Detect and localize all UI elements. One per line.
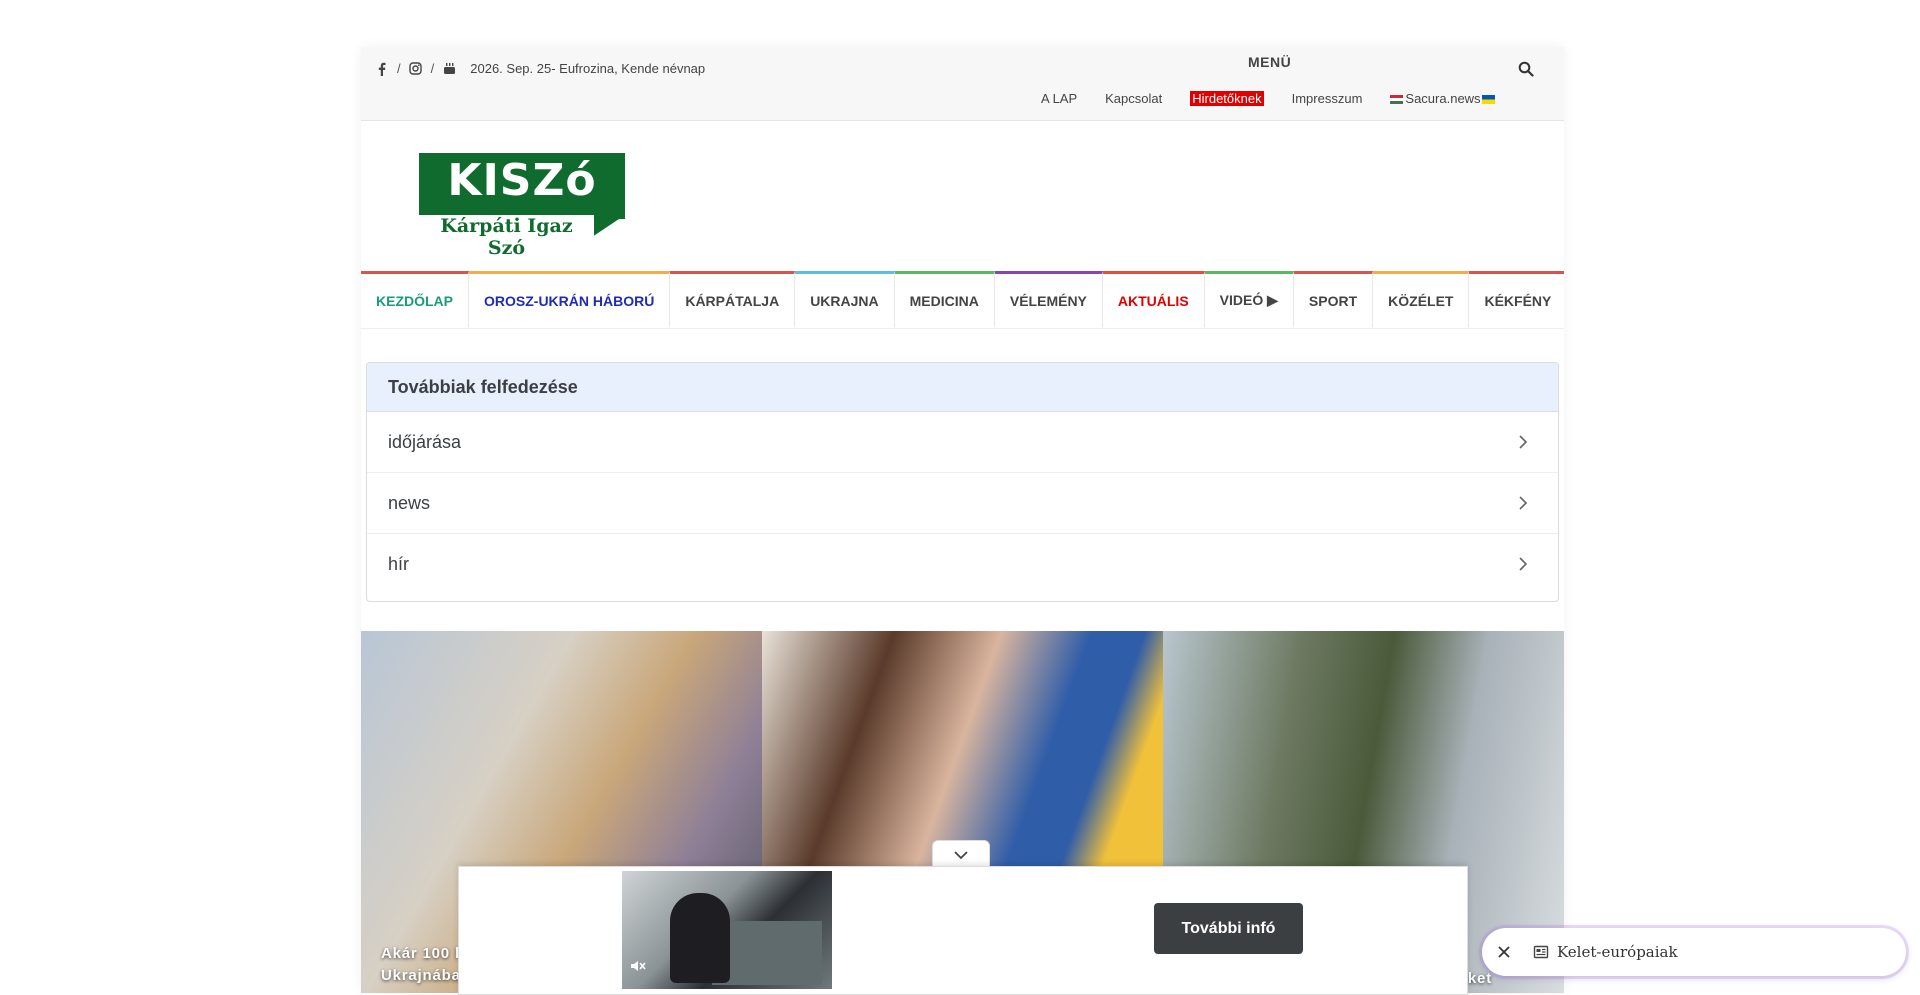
caption-line-1: Akár 100 h (381, 945, 465, 962)
mute-icon[interactable] (628, 957, 646, 975)
separator: / (397, 61, 401, 76)
featured-article-caption: Akár 100 h Ukrajnába (381, 943, 465, 987)
chevron-right-icon (1519, 435, 1528, 449)
chip-label: Kelet-európaiak (1557, 943, 1678, 961)
social-links: / / 2026. Sep. 25- Eufrozina, Kende névn… (375, 61, 705, 76)
chevron-right-icon (1519, 557, 1528, 571)
nav-item[interactable]: MEDICINA (894, 271, 995, 327)
nav-item[interactable]: KÁRPÁTALJA (670, 271, 796, 327)
logo-title: KISZó (447, 155, 597, 206)
link-sacura[interactable]: Sacura.news (1390, 91, 1495, 106)
chevron-right-icon (1519, 496, 1528, 510)
logo-subtitle: Kárpáti Igaz Szó (419, 215, 594, 259)
main-navigation: KEZDŐLAP OROSZ-UKRÁN HÁBORÚ KÁRPÁTALJA UKRA… (361, 271, 1564, 329)
nav-item[interactable]: UKRAJNA (795, 271, 895, 327)
discover-more-panel: Továbbiak felfedezése időjárása news hír (366, 362, 1559, 602)
youtube-icon[interactable] (442, 62, 456, 76)
nav-item[interactable]: VÉLEMÉNY (994, 271, 1103, 327)
discover-item-label: hír (388, 553, 410, 574)
nav-item[interactable]: KÖZÉLET (1373, 271, 1470, 327)
nav-item[interactable]: OROSZ-UKRÁN HÁBORÚ (469, 271, 671, 327)
separator: / (430, 61, 435, 76)
nav-item[interactable]: SPORT (1293, 271, 1374, 327)
related-topic-chip[interactable]: Kelet-európaiak (1482, 928, 1906, 976)
caption-line-2: Ukrajnába (381, 967, 461, 984)
chevron-down-icon (954, 850, 968, 859)
discover-item[interactable]: időjárása (367, 412, 1558, 473)
close-icon[interactable] (1495, 943, 1513, 961)
instagram-icon[interactable] (409, 62, 423, 76)
discover-heading: Továbbiak felfedezése (367, 363, 1558, 412)
hungary-flag-icon (1390, 95, 1404, 105)
link-impresszum[interactable]: Impresszum (1292, 91, 1363, 106)
discover-item-label: news (388, 492, 431, 513)
link-a-lap[interactable]: A LAP (1041, 91, 1077, 106)
search-icon[interactable] (1518, 61, 1534, 77)
discover-item[interactable]: hír (367, 534, 1558, 594)
site-logo[interactable]: KISZó Kárpáti Igaz Szó (419, 153, 627, 259)
ukraine-flag-icon (1481, 95, 1495, 105)
menu-button[interactable]: MENÜ (1248, 54, 1291, 70)
discover-item[interactable]: news (367, 473, 1558, 534)
article-icon (1533, 945, 1549, 959)
nav-item[interactable]: AKTUÁLIS (1102, 271, 1205, 327)
nav-item[interactable]: VIDEÓ ▶ (1204, 271, 1294, 327)
link-sacura-label: Sacura.news (1405, 91, 1481, 106)
logo-tail (589, 215, 625, 239)
top-bar: / / 2026. Sep. 25- Eufrozina, Kende névn… (361, 47, 1564, 121)
top-links: A LAP Kapcsolat Hirdetőknek Impresszum S… (1041, 91, 1495, 106)
ad-collapse-toggle[interactable] (932, 840, 990, 868)
bottom-ad-banner: További infó (458, 866, 1468, 995)
nav-item[interactable]: KEZDŐLAP (361, 271, 469, 327)
facebook-icon[interactable] (375, 62, 389, 76)
link-hirdetoknek[interactable]: Hirdetőknek (1190, 91, 1264, 106)
featured-article-caption: ket (1467, 970, 1492, 987)
link-kapcsolat[interactable]: Kapcsolat (1105, 91, 1162, 106)
ad-more-info-button[interactable]: További infó (1154, 903, 1303, 954)
ad-video[interactable] (622, 871, 832, 989)
discover-item-label: időjárása (388, 431, 462, 452)
date-nameday: 2026. Sep. 25- Eufrozina, Kende névnap (470, 61, 706, 76)
video-scene-person (670, 893, 730, 983)
nav-item[interactable]: KÉKFÉNY (1469, 271, 1564, 327)
